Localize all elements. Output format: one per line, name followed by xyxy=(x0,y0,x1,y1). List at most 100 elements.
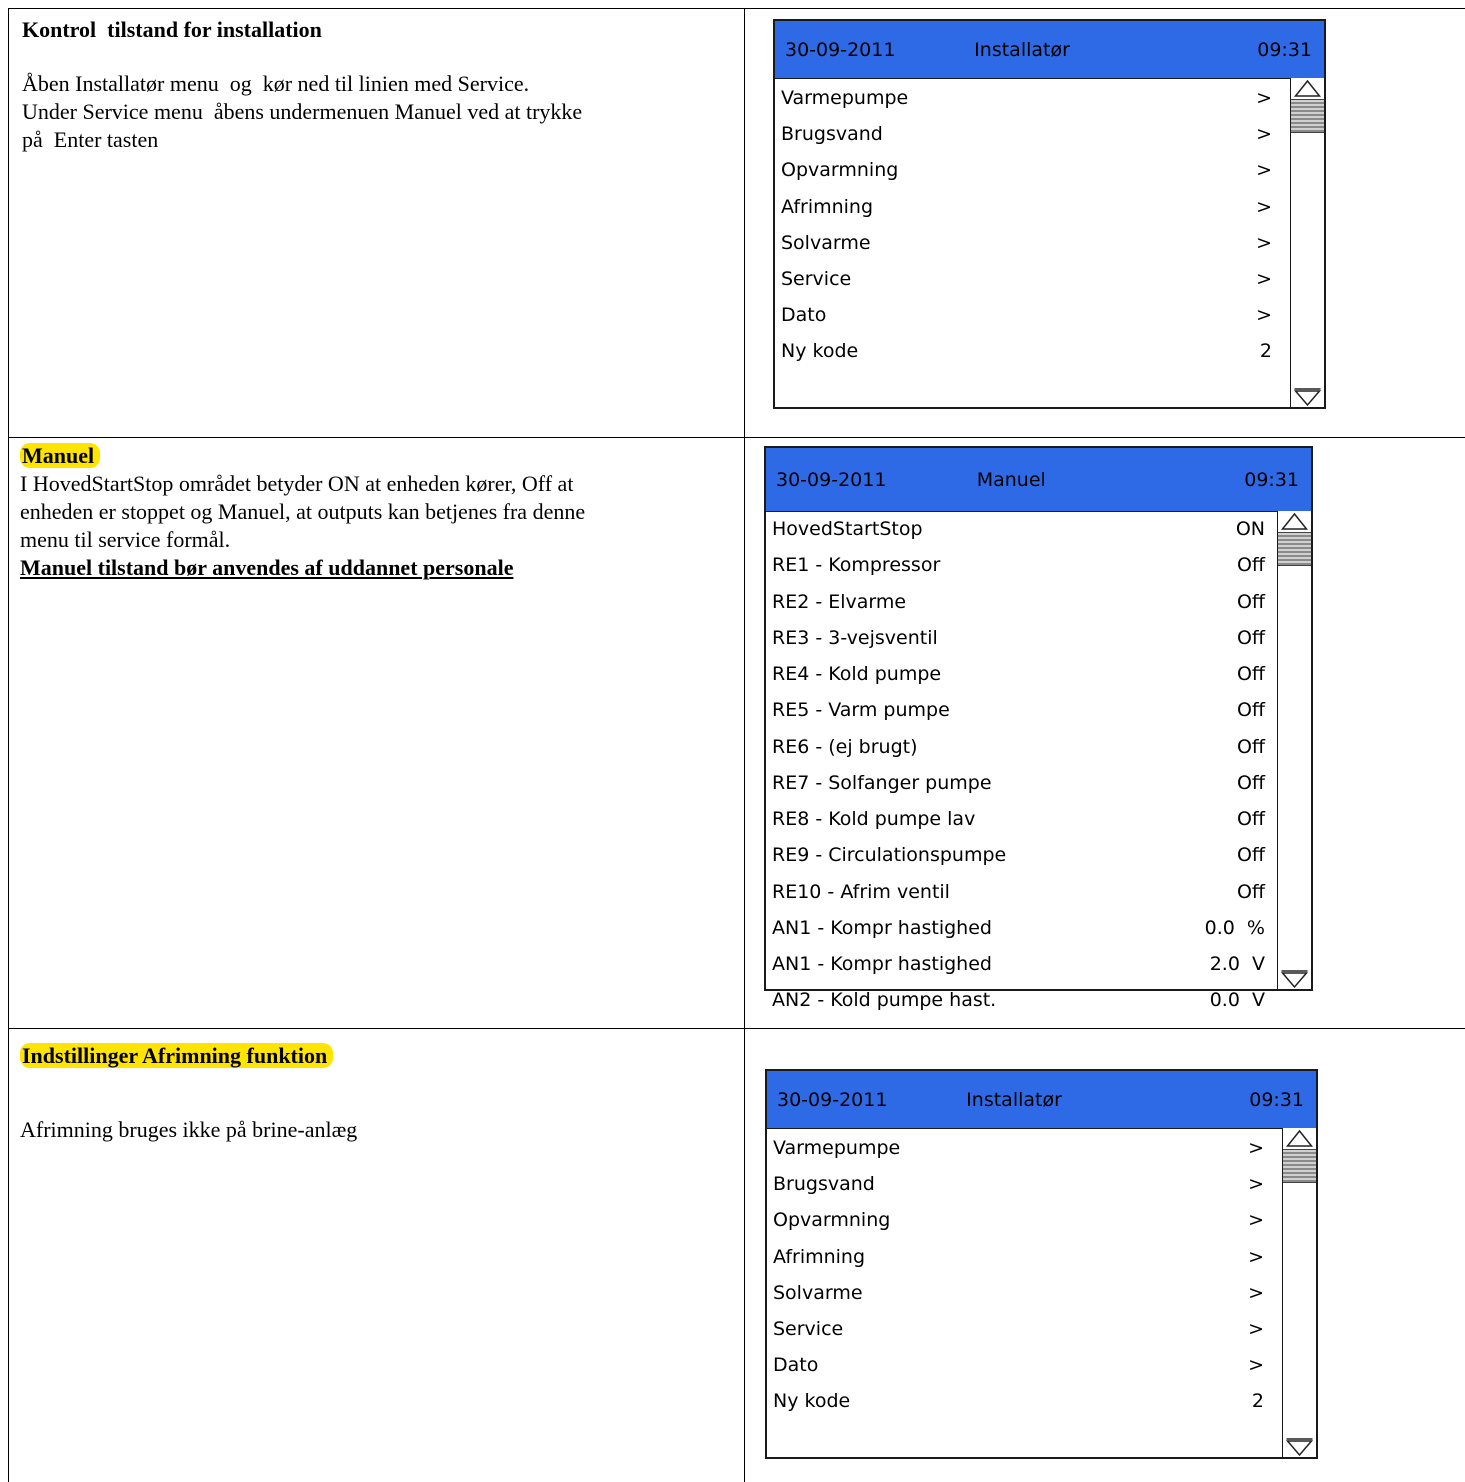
menu-item-label[interactable]: Solvarme xyxy=(781,232,871,254)
menu-item-label[interactable]: Brugsvand xyxy=(773,1173,875,1195)
menu-item-label[interactable]: Opvarmning xyxy=(781,159,898,181)
menu-item-value: 2 xyxy=(1259,340,1272,363)
menu-item-value: > xyxy=(1248,1209,1264,1232)
screen-time: 09:31 xyxy=(1244,468,1299,491)
table-border-row2 xyxy=(8,1028,1465,1029)
scrollbar-thumb[interactable] xyxy=(1278,532,1311,566)
section-body-line: på Enter tasten xyxy=(22,127,159,152)
screen-title: Installatør xyxy=(966,1088,1062,1111)
section-title: Indstillinger Afrimning funktion xyxy=(20,1043,334,1068)
scroll-down-arrow-icon[interactable] xyxy=(1283,1437,1316,1457)
table-border-row1 xyxy=(8,437,1465,438)
menu-item-label[interactable]: RE8 - Kold pumpe lav xyxy=(772,808,975,830)
scroll-up-arrow-icon[interactable] xyxy=(1278,511,1311,531)
menu-item-label[interactable]: Varmepumpe xyxy=(773,1137,900,1159)
menu-item-label[interactable]: Brugsvand xyxy=(781,123,883,145)
menu-item-value: Off xyxy=(1236,699,1265,722)
menu-item-value: > xyxy=(1256,123,1272,146)
menu-item-label[interactable]: RE1 - Kompressor xyxy=(772,554,940,576)
menu-item-label[interactable]: Afrimning xyxy=(773,1246,865,1268)
section-title: Kontrol tilstand for installation xyxy=(22,17,322,42)
menu-item-label[interactable]: Varmepumpe xyxy=(781,87,908,109)
scroll-up-arrow-icon[interactable] xyxy=(1283,1128,1316,1148)
menu-item-label[interactable]: RE10 - Afrim ventil xyxy=(772,881,950,903)
screen-title: Installatør xyxy=(974,38,1070,61)
menu-item-value: > xyxy=(1248,1281,1264,1304)
menu-item-label[interactable]: RE3 - 3-vejsventil xyxy=(772,627,938,649)
menu-item-label[interactable]: AN1 - Kompr hastighed xyxy=(772,917,992,939)
menu-item-value: Off xyxy=(1236,626,1265,649)
menu-item-value: > xyxy=(1248,1173,1264,1196)
screen-date: 30-09-2011 xyxy=(776,468,887,491)
menu-item-value: > xyxy=(1256,268,1272,290)
menu-item-label[interactable]: HovedStartStop xyxy=(772,518,923,540)
menu-item-label[interactable]: Dato xyxy=(781,304,826,326)
menu-item-label[interactable]: AN1 - Kompr hastighed xyxy=(772,953,992,975)
menu-item-value: > xyxy=(1248,1137,1264,1159)
section-installation: Kontrol tilstand for installation Åben I… xyxy=(22,16,732,154)
screen-date: 30-09-2011 xyxy=(777,1088,888,1111)
menu-item-label[interactable]: AN2 - Kold pumpe hast. xyxy=(772,989,996,1011)
manuel-menu-screen: 30-09-2011 Manuel 09:31 HovedStartStop ON RE1… xyxy=(764,446,1313,1011)
menu-item-label[interactable]: RE7 - Solfanger pumpe xyxy=(772,772,992,794)
menu-item-value: Off xyxy=(1236,554,1265,577)
section-body-line: enheden er stoppet og Manuel, at outputs… xyxy=(20,499,586,524)
menu-item-value: 0.0 % xyxy=(1204,916,1265,939)
menu-item-label[interactable]: Dato xyxy=(773,1354,818,1376)
menu-item-value: 2.0 V xyxy=(1209,953,1265,975)
table-border-top xyxy=(8,8,1465,9)
scrollbar[interactable] xyxy=(1282,1128,1316,1457)
scrollbar[interactable] xyxy=(1277,511,1311,989)
scrollbar-thumb[interactable] xyxy=(1283,1149,1316,1183)
menu-item-value: > xyxy=(1248,1318,1264,1340)
screen-header: 30-09-2011 Installatør 09:31 xyxy=(767,1071,1316,1129)
menu-item-label[interactable]: Afrimning xyxy=(781,196,873,218)
menu-item-label[interactable]: Solvarme xyxy=(773,1282,863,1304)
screen-time: 09:31 xyxy=(1249,1088,1304,1111)
section-body-line: menu til service formål. xyxy=(20,527,231,552)
menu-item-label[interactable]: Ny kode xyxy=(773,1390,850,1412)
screen-header: 30-09-2011 Installatør 09:31 xyxy=(775,21,1324,79)
menu-item-value: Off xyxy=(1236,663,1265,685)
menu-item-label[interactable]: Opvarmning xyxy=(773,1209,890,1231)
warning-text: Manuel tilstand bør anvendes af uddannet… xyxy=(20,555,514,580)
menu-item-value: > xyxy=(1256,231,1272,254)
section-body-line: Under Service menu åbens undermenuen Man… xyxy=(22,99,583,124)
menu-item-value: Off xyxy=(1236,808,1265,830)
menu-item-value: 0.0 V xyxy=(1209,989,1265,1012)
menu-item-label[interactable]: RE4 - Kold pumpe xyxy=(772,663,941,685)
scrollbar-thumb[interactable] xyxy=(1291,99,1324,133)
scroll-down-arrow-icon[interactable] xyxy=(1278,969,1311,989)
scrollbar[interactable] xyxy=(1290,78,1324,407)
scroll-up-arrow-icon[interactable] xyxy=(1291,78,1324,98)
menu-item-label[interactable]: Ny kode xyxy=(781,340,858,362)
section-body-line: Afrimning bruges ikke på brine-anlæg xyxy=(20,1117,358,1142)
screen-date: 30-09-2011 xyxy=(785,38,896,61)
menu-item-value: > xyxy=(1256,304,1272,327)
menu-item-value: Off xyxy=(1236,771,1265,794)
menu-item-value: Off xyxy=(1236,880,1265,903)
section-manuel: Manuel I HovedStartStop området betyder … xyxy=(20,442,740,582)
installator-menu-screen: 30-09-2011 Installatør 09:31 Varmepumpe > Bru… xyxy=(765,1069,1318,1459)
menu-item-value: Off xyxy=(1236,590,1265,613)
section-title: Manuel xyxy=(20,443,101,468)
menu-item-value: > xyxy=(1248,1354,1264,1377)
screen-title: Manuel xyxy=(976,468,1046,491)
installator-menu-screen: 30-09-2011 Installatør 09:31 Varmepumpe > Bru… xyxy=(773,19,1326,409)
table-border-middle xyxy=(744,8,745,1482)
scroll-down-arrow-icon[interactable] xyxy=(1291,387,1324,407)
menu-item-label[interactable]: RE9 - Circulationspumpe xyxy=(772,844,1006,866)
menu-item-value: 2 xyxy=(1251,1390,1264,1413)
menu-item-label[interactable]: RE2 - Elvarme xyxy=(772,591,906,613)
section-afrimning: Indstillinger Afrimning funktion Afrimni… xyxy=(20,1042,740,1144)
menu-item-label[interactable]: Service xyxy=(781,268,851,290)
menu-item-label[interactable]: RE6 - (ej brugt) xyxy=(772,736,918,758)
menu-item-value: > xyxy=(1256,159,1272,182)
menu-item-value: > xyxy=(1256,195,1272,218)
menu-item-value: > xyxy=(1248,1245,1264,1268)
table-border-left xyxy=(8,8,9,1482)
menu-item-label[interactable]: Service xyxy=(773,1318,843,1340)
menu-item-value: Off xyxy=(1236,735,1265,758)
menu-item-value: Off xyxy=(1236,844,1265,867)
menu-item-label[interactable]: RE5 - Varm pumpe xyxy=(772,699,950,721)
